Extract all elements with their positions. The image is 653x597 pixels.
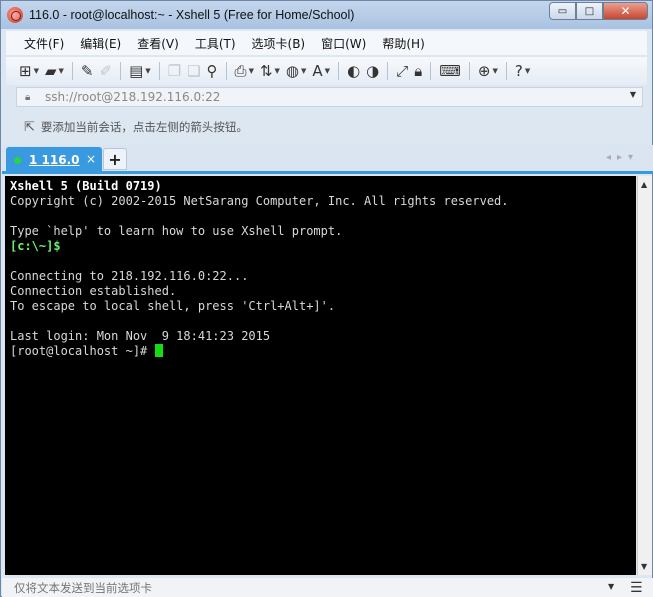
menu-help[interactable]: 帮助(H) <box>374 35 432 52</box>
terminal-line: Type `help' to learn how to use Xshell p… <box>10 224 343 238</box>
scroll-down-icon[interactable]: ▼ <box>641 562 647 571</box>
menu-tabs[interactable]: 选项卡(B) <box>244 35 314 52</box>
window-title: 116.0 - root@localhost:~ - Xshell 5 (Fre… <box>29 8 355 22</box>
toolbar-divider <box>468 62 470 80</box>
chevron-down-icon[interactable]: ▼ <box>608 582 614 591</box>
fullscreen-icon[interactable]: ⤢ <box>393 60 411 82</box>
title-bar[interactable]: 116.0 - root@localhost:~ - Xshell 5 (Fre… <box>1 1 652 29</box>
globe-icon[interactable]: ◍ ▼ <box>283 60 309 82</box>
tab-session-1[interactable]: 1 116.0 × <box>6 147 102 173</box>
lock-icon: 🔒︎ <box>25 91 31 103</box>
pencil-icon[interactable]: ✎ <box>78 60 97 82</box>
terminal-line: Connection established. <box>10 284 177 298</box>
menu-file[interactable]: 文件(F) <box>6 35 72 52</box>
minimize-button[interactable]: ▭ <box>549 2 576 20</box>
toolbar-divider <box>120 62 122 80</box>
menu-edit[interactable]: 编辑(E) <box>72 35 129 52</box>
toolbar-divider <box>387 62 389 80</box>
hamburger-menu-icon[interactable]: ☰ <box>630 580 643 596</box>
tab-label: 1 116.0 <box>29 153 80 167</box>
copy-icon[interactable]: ❐ <box>165 60 184 82</box>
terminal-line: To escape to local shell, press 'Ctrl+Al… <box>10 299 336 313</box>
find-icon[interactable]: ⚲ <box>204 60 221 82</box>
tab-underline <box>2 171 653 174</box>
menu-bar: 文件(F) 编辑(E) 查看(V) 工具(T) 选项卡(B) 窗口(W) 帮助(… <box>6 31 647 55</box>
menu-window[interactable]: 窗口(W) <box>313 35 374 52</box>
chevron-down-icon[interactable]: ▼ <box>630 90 636 99</box>
menu-view[interactable]: 查看(V) <box>129 35 187 52</box>
menu-tools[interactable]: 工具(T) <box>187 35 244 52</box>
tab-scroll-arrows-icon[interactable]: ◂▸▾ <box>606 152 639 163</box>
toolbar-divider <box>71 62 73 80</box>
terminal-line: Last login: Mon Nov 9 18:41:23 2015 <box>10 329 271 343</box>
maximize-button[interactable]: □ <box>576 2 603 20</box>
new-tab-button[interactable]: + <box>103 148 127 170</box>
session-hint-bar: ⇱ 要添加当前会话，点击左侧的箭头按钮。 <box>16 113 643 141</box>
xshell-app-icon[interactable] <box>7 7 23 23</box>
new-session-icon[interactable]: ⊞ ▼ <box>16 60 42 82</box>
help-icon[interactable]: ? ▼ <box>512 60 533 82</box>
toolbar-divider <box>505 62 507 80</box>
eraser-icon[interactable]: ✐ <box>96 60 115 82</box>
properties-icon[interactable]: ▤ ▼ <box>126 60 154 82</box>
address-bar: 🔒︎ ▼ <box>16 87 643 107</box>
toolbar: ⊞ ▼ ▰ ▼ ✎ ✐ ▤ ▼ ❐ ❏ ⚲ ⎙ ▼ ⇅ ▼ ◍ ▼ A ▼ ◐ ◑ ⤢ 🔒︎ … <box>6 57 647 85</box>
toolbar-divider <box>338 62 340 80</box>
close-button[interactable]: ✕ <box>603 2 648 20</box>
compose-input[interactable] <box>14 580 604 595</box>
add-window-icon[interactable]: ⊕ ▼ <box>475 60 501 82</box>
print-icon[interactable]: ⎙ ▼ <box>232 60 257 82</box>
terminal-output[interactable]: Xshell 5 (Build 0719) Copyright (c) 2002… <box>5 176 636 575</box>
open-folder-icon[interactable]: ▰ ▼ <box>42 60 67 82</box>
connected-status-icon <box>14 156 21 164</box>
close-icon[interactable]: × <box>86 152 96 166</box>
terminal-prompt-line: [root@localhost ~]# <box>10 344 631 359</box>
shell-prompt: [root@localhost ~]# <box>10 344 155 358</box>
vertical-scrollbar[interactable]: ▲ ▼ <box>637 176 652 575</box>
compose-bar: ▼ ☰ <box>2 578 653 597</box>
paste-icon[interactable]: ❏ <box>184 60 203 82</box>
terminal-line: [c:\~]$ <box>10 239 61 253</box>
font-icon[interactable]: A ▼ <box>309 60 333 82</box>
tab-bar: 1 116.0 × + ◂▸▾ <box>2 145 653 174</box>
toolbar-divider <box>158 62 160 80</box>
toolbar-divider <box>430 62 432 80</box>
terminal-cursor <box>154 344 163 357</box>
lock-icon[interactable]: 🔒︎ <box>411 60 425 82</box>
toolbar-divider <box>225 62 227 80</box>
terminal-line: Connecting to 218.192.116.0:22... <box>10 269 249 283</box>
keyboard-icon[interactable]: ⌨ <box>436 60 464 82</box>
add-session-arrow-icon[interactable]: ⇱ <box>24 120 35 135</box>
terminal-line: Copyright (c) 2002-2015 NetSarang Comput… <box>10 194 509 208</box>
xshell-window: 116.0 - root@localhost:~ - Xshell 5 (Fre… <box>0 0 653 597</box>
window-controls: ▭ □ ✕ <box>549 2 648 20</box>
hint-text: 要添加当前会话，点击左侧的箭头按钮。 <box>40 120 248 134</box>
transfer-icon[interactable]: ⇅ ▼ <box>257 60 283 82</box>
terminal-line: Xshell 5 (Build 0719) <box>10 179 162 193</box>
scroll-up-icon[interactable]: ▲ <box>641 180 647 189</box>
xmanager-icon[interactable]: ◑ <box>363 60 382 82</box>
xftp-icon[interactable]: ◐ <box>344 60 363 82</box>
address-input[interactable] <box>45 90 605 104</box>
